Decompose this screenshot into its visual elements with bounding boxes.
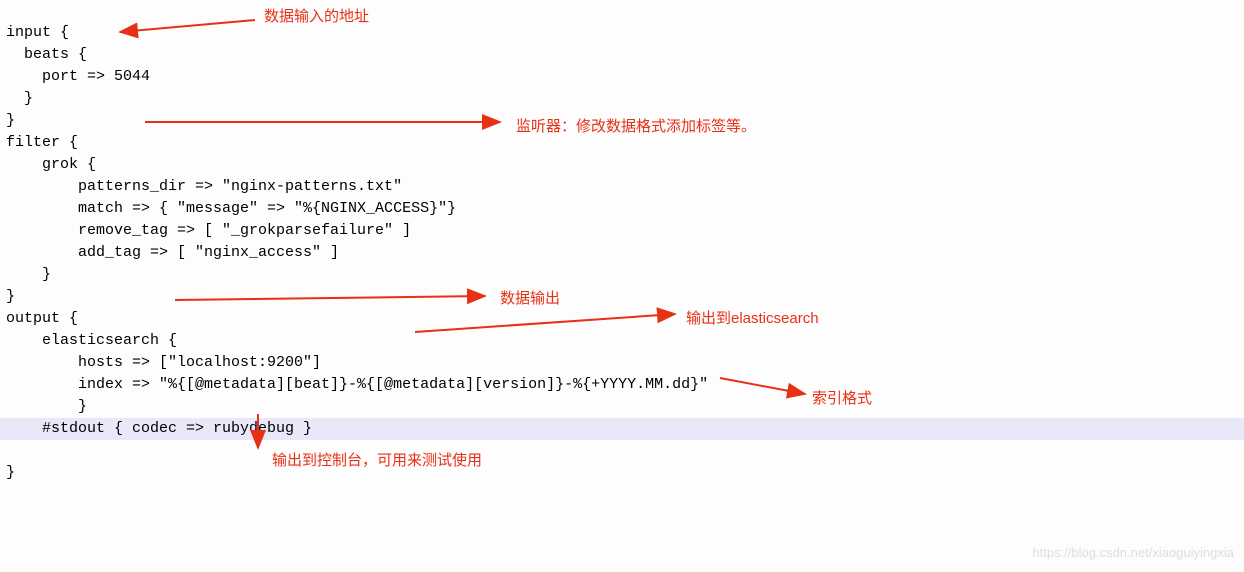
annotation-output: 数据输出 [500, 288, 560, 310]
annotation-stdout: 输出到控制台，可用来测试使用 [272, 450, 482, 472]
annotation-es: 输出到elasticsearch [686, 308, 819, 330]
annotation-input: 数据输入的地址 [264, 6, 369, 28]
watermark: https://blog.csdn.net/xiaoguiyingxia [1032, 542, 1234, 564]
code-block: input { beats { port => 5044 } } filter … [0, 0, 1244, 506]
annotation-index: 索引格式 [812, 388, 872, 410]
annotation-filter: 监听器：修改数据格式添加标签等。 [516, 116, 756, 138]
